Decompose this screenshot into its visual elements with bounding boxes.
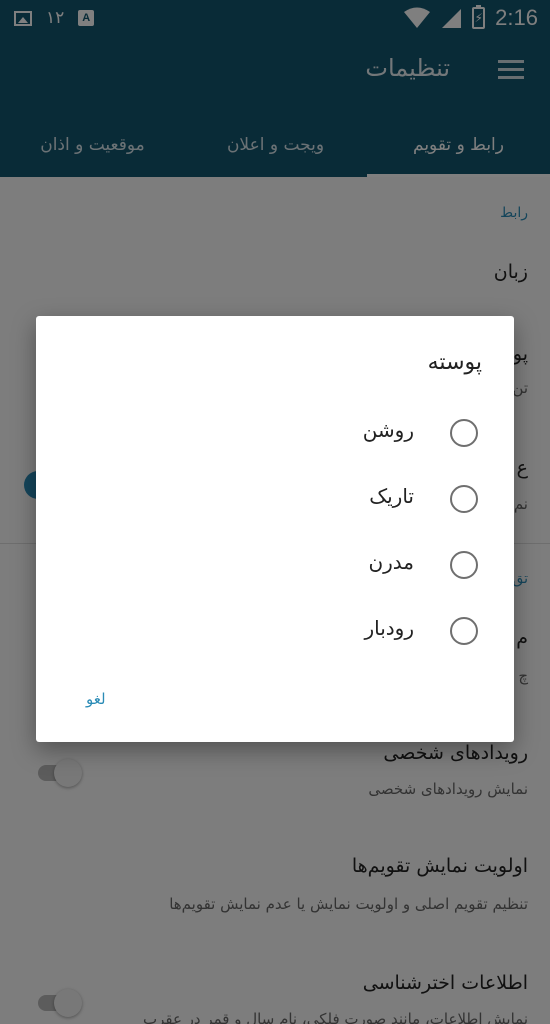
radio-button[interactable]	[450, 551, 478, 579]
theme-option-modern[interactable]: مدرن	[36, 536, 514, 596]
option-label: مدرن	[368, 550, 414, 574]
radio-button[interactable]	[450, 485, 478, 513]
radio-button[interactable]	[450, 419, 478, 447]
theme-option-roodbar[interactable]: رودبار	[36, 602, 514, 662]
theme-option-dark[interactable]: تاریک	[36, 470, 514, 530]
option-label: روشن	[362, 418, 414, 442]
radio-button[interactable]	[450, 617, 478, 645]
option-label: تاریک	[369, 484, 414, 508]
dialog-title: پوسته	[427, 350, 482, 375]
option-label: رودبار	[364, 616, 414, 640]
theme-dialog: پوسته روشن تاریک مدرن رودبار لغو	[36, 316, 514, 742]
theme-option-light[interactable]: روشن	[36, 404, 514, 464]
cancel-button[interactable]: لغو	[86, 690, 106, 708]
